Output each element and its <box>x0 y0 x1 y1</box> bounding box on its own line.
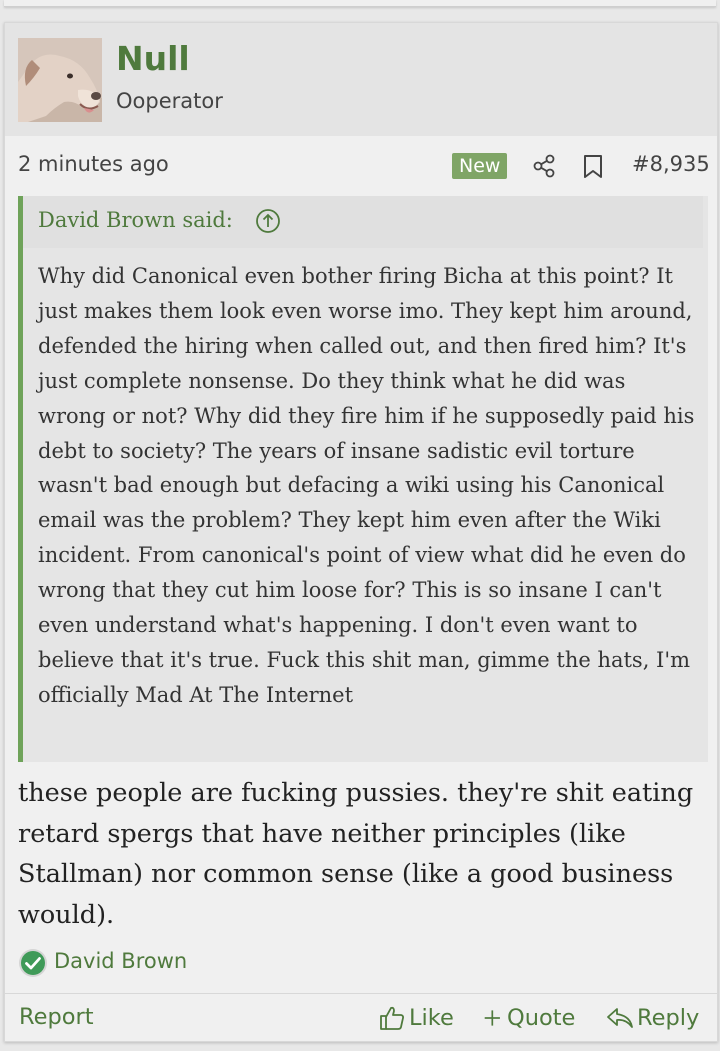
new-badge: New <box>452 153 508 179</box>
post-timestamp[interactable]: 2 minutes ago <box>18 152 169 176</box>
quote-label: Quote <box>507 1005 576 1031</box>
post-message-body: these people are fucking pussies. they'r… <box>18 778 694 931</box>
quote-author-link[interactable]: David Brown said: <box>38 208 233 232</box>
post-action-bar: Report Like Quote Reply <box>5 993 717 1042</box>
checkmark-reaction-icon[interactable] <box>18 948 48 978</box>
reply-label: Reply <box>637 1005 700 1031</box>
like-button[interactable]: Like <box>379 1003 454 1033</box>
avatar-caret <box>51 123 69 132</box>
like-label: Like <box>409 1005 454 1031</box>
quote-button[interactable]: Quote <box>483 1003 575 1033</box>
avatar[interactable] <box>18 38 102 122</box>
post-user-header: Null Ooperator <box>5 23 717 136</box>
plus-icon <box>484 1010 500 1026</box>
quote-block: David Brown said: Why did Canonical even… <box>18 196 708 762</box>
share-icon[interactable] <box>533 154 555 178</box>
quote-header: David Brown said: <box>23 196 703 248</box>
post-author-title: Ooperator <box>116 89 223 113</box>
thumbs-up-icon <box>380 1006 404 1030</box>
post-number-link[interactable]: #8,935 <box>632 152 710 176</box>
bookmark-icon[interactable] <box>583 154 603 179</box>
reaction-user-link[interactable]: David Brown <box>54 949 187 973</box>
quote-text: Why did Canonical even bother firing Bic… <box>38 264 695 707</box>
forum-post: Null Ooperator 2 minutes ago New #8,935 … <box>4 22 718 1042</box>
previous-post-edge <box>4 0 716 7</box>
reply-arrow-icon <box>607 1008 633 1028</box>
report-link[interactable]: Report <box>19 1004 94 1030</box>
jump-to-quote-icon[interactable] <box>255 208 281 234</box>
dog-avatar-image <box>18 38 102 122</box>
reply-button[interactable]: Reply <box>606 1003 699 1033</box>
post-author-name[interactable]: Null <box>116 39 190 78</box>
